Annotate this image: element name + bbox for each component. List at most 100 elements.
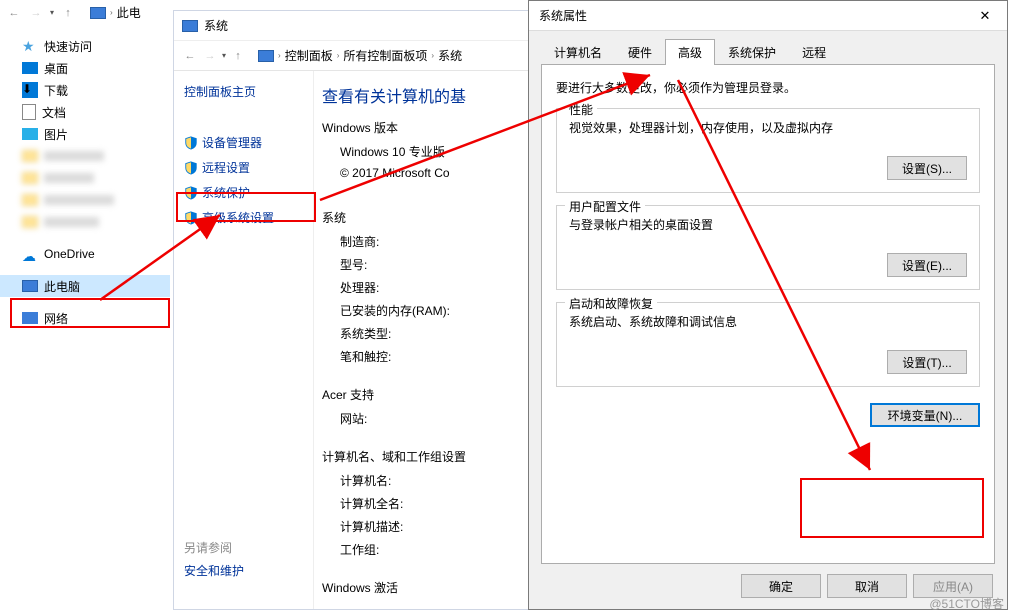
up-arrow-icon[interactable]: ↑ bbox=[230, 48, 246, 64]
pc-icon bbox=[90, 7, 106, 19]
group-text: 视觉效果，处理器计划，内存使用，以及虚拟内存 bbox=[569, 119, 967, 136]
system-window: 系统 ← → ▾ ↑ › 控制面板 › 所有控制面板项 › 系统 控制面板主页 … bbox=[173, 10, 533, 610]
breadcrumb-this-pc[interactable]: 此电 bbox=[117, 4, 141, 21]
systype-label: 系统类型: bbox=[322, 322, 524, 345]
back-arrow-icon[interactable]: ← bbox=[6, 5, 22, 21]
performance-group: 性能 视觉效果，处理器计划，内存使用，以及虚拟内存 设置(S)... bbox=[556, 108, 980, 193]
network-icon bbox=[22, 312, 38, 324]
folder-item-blurred[interactable] bbox=[0, 145, 170, 167]
security-maintenance-link[interactable]: 安全和维护 bbox=[184, 562, 244, 579]
shield-icon bbox=[184, 211, 198, 225]
system-properties-dialog: 系统属性 ✕ 计算机名 硬件 高级 系统保护 远程 要进行大多数更改，你必须作为… bbox=[528, 0, 1008, 610]
see-also-label: 另请参阅 bbox=[184, 539, 244, 556]
explorer-toolbar: ← → ▾ ↑ › 此电 bbox=[0, 0, 170, 25]
settings-s-button[interactable]: 设置(S)... bbox=[887, 156, 967, 180]
group-title: 性能 bbox=[565, 101, 597, 118]
breadcrumb[interactable]: 所有控制面板项 bbox=[343, 47, 427, 64]
breadcrumb[interactable]: 系统 bbox=[438, 47, 462, 64]
monitor-icon bbox=[258, 50, 274, 62]
folder-icon bbox=[22, 194, 38, 206]
chevron-right-icon: › bbox=[110, 8, 113, 17]
documents-item[interactable]: 文档 bbox=[0, 101, 170, 123]
tab-advanced[interactable]: 高级 bbox=[665, 39, 715, 65]
back-arrow-icon[interactable]: ← bbox=[182, 48, 198, 64]
window-title: 系统 bbox=[204, 17, 228, 34]
system-protection-link[interactable]: 系统保护 bbox=[184, 180, 303, 205]
ok-button[interactable]: 确定 bbox=[741, 574, 821, 598]
dialog-title: 系统属性 bbox=[539, 7, 587, 24]
manufacturer-label: 制造商: bbox=[322, 230, 524, 253]
system-section: 系统 bbox=[322, 209, 524, 226]
user-profile-group: 用户配置文件 与登录帐户相关的桌面设置 设置(E)... bbox=[556, 205, 980, 290]
see-also-section: 另请参阅 安全和维护 bbox=[184, 539, 244, 579]
chevron-right-icon: › bbox=[431, 51, 434, 60]
breadcrumb[interactable]: 控制面板 bbox=[285, 47, 333, 64]
system-main-panel: 查看有关计算机的基 Windows 版本 Windows 10 专业版 © 20… bbox=[314, 71, 532, 609]
document-icon bbox=[22, 104, 36, 120]
onedrive-item[interactable]: OneDrive bbox=[0, 243, 170, 265]
forward-arrow-icon[interactable]: → bbox=[202, 48, 218, 64]
address-bar[interactable]: › 控制面板 › 所有控制面板项 › 系统 bbox=[258, 47, 462, 64]
quick-access-item[interactable]: ★ 快速访问 bbox=[0, 35, 170, 57]
folder-icon bbox=[22, 172, 38, 184]
model-label: 型号: bbox=[322, 253, 524, 276]
desktop-icon bbox=[22, 62, 38, 74]
forward-arrow-icon[interactable]: → bbox=[28, 5, 44, 21]
link-label: 设备管理器 bbox=[202, 134, 262, 151]
group-title: 启动和故障恢复 bbox=[565, 295, 657, 312]
tab-system-protection[interactable]: 系统保护 bbox=[715, 39, 789, 65]
ram-label: 已安装的内存(RAM): bbox=[322, 299, 524, 322]
folder-item-blurred[interactable] bbox=[0, 167, 170, 189]
quick-access-label: 快速访问 bbox=[44, 38, 92, 55]
pictures-item[interactable]: 图片 bbox=[0, 123, 170, 145]
monitor-icon bbox=[182, 20, 198, 32]
folder-item-blurred[interactable] bbox=[0, 211, 170, 233]
dialog-body: 要进行大多数更改，你必须作为管理员登录。 性能 视觉效果，处理器计划，内存使用，… bbox=[541, 64, 995, 564]
desktop-item[interactable]: 桌面 bbox=[0, 57, 170, 79]
link-label: 系统保护 bbox=[202, 184, 250, 201]
remote-settings-link[interactable]: 远程设置 bbox=[184, 155, 303, 180]
workgroup-label: 工作组: bbox=[322, 538, 524, 561]
this-pc-label: 此电脑 bbox=[44, 278, 80, 295]
computer-name-label: 计算机名: bbox=[322, 469, 524, 492]
advanced-settings-link[interactable]: 高级系统设置 bbox=[184, 205, 303, 230]
close-icon[interactable]: ✕ bbox=[963, 1, 1007, 31]
description-label: 计算机描述: bbox=[322, 515, 524, 538]
up-arrow-icon[interactable]: ↑ bbox=[60, 5, 76, 21]
history-dropdown-icon[interactable]: ▾ bbox=[222, 51, 226, 60]
address-bar[interactable]: › 此电 bbox=[90, 4, 141, 21]
tab-computer-name[interactable]: 计算机名 bbox=[541, 39, 615, 65]
shield-icon bbox=[184, 186, 198, 200]
sidebar-home-link[interactable]: 控制面板主页 bbox=[184, 83, 303, 100]
this-pc-item[interactable]: 此电脑 bbox=[0, 275, 170, 297]
history-dropdown-icon[interactable]: ▾ bbox=[50, 8, 54, 17]
tab-hardware[interactable]: 硬件 bbox=[615, 39, 665, 65]
version-text: Windows 10 专业版 bbox=[322, 140, 524, 163]
folder-icon bbox=[22, 150, 38, 162]
folder-item-blurred[interactable] bbox=[0, 189, 170, 211]
shield-icon bbox=[184, 136, 198, 150]
onedrive-label: OneDrive bbox=[44, 247, 95, 261]
pictures-icon bbox=[22, 128, 38, 140]
settings-e-button[interactable]: 设置(E)... bbox=[887, 253, 967, 277]
nav-tree: ★ 快速访问 桌面 ⬇下载 文档 图片 OneDrive 此电脑 网络 bbox=[0, 25, 170, 329]
processor-label: 处理器: bbox=[322, 276, 524, 299]
documents-label: 文档 bbox=[42, 104, 66, 121]
computer-name-section: 计算机名、域和工作组设置 bbox=[322, 448, 524, 465]
desktop-label: 桌面 bbox=[44, 60, 68, 77]
download-icon: ⬇ bbox=[22, 82, 38, 98]
acer-support-section: Acer 支持 bbox=[322, 386, 524, 403]
page-heading: 查看有关计算机的基 bbox=[322, 83, 524, 107]
network-item[interactable]: 网络 bbox=[0, 307, 170, 329]
activation-section: Windows 激活 bbox=[322, 579, 524, 596]
star-icon: ★ bbox=[22, 38, 38, 54]
downloads-item[interactable]: ⬇下载 bbox=[0, 79, 170, 101]
cancel-button[interactable]: 取消 bbox=[827, 574, 907, 598]
link-label: 远程设置 bbox=[202, 159, 250, 176]
tab-remote[interactable]: 远程 bbox=[789, 39, 839, 65]
settings-t-button[interactable]: 设置(T)... bbox=[887, 350, 967, 374]
pictures-label: 图片 bbox=[44, 126, 68, 143]
system-toolbar: ← → ▾ ↑ › 控制面板 › 所有控制面板项 › 系统 bbox=[174, 41, 532, 71]
environment-variables-button[interactable]: 环境变量(N)... bbox=[870, 403, 980, 427]
device-manager-link[interactable]: 设备管理器 bbox=[184, 130, 303, 155]
